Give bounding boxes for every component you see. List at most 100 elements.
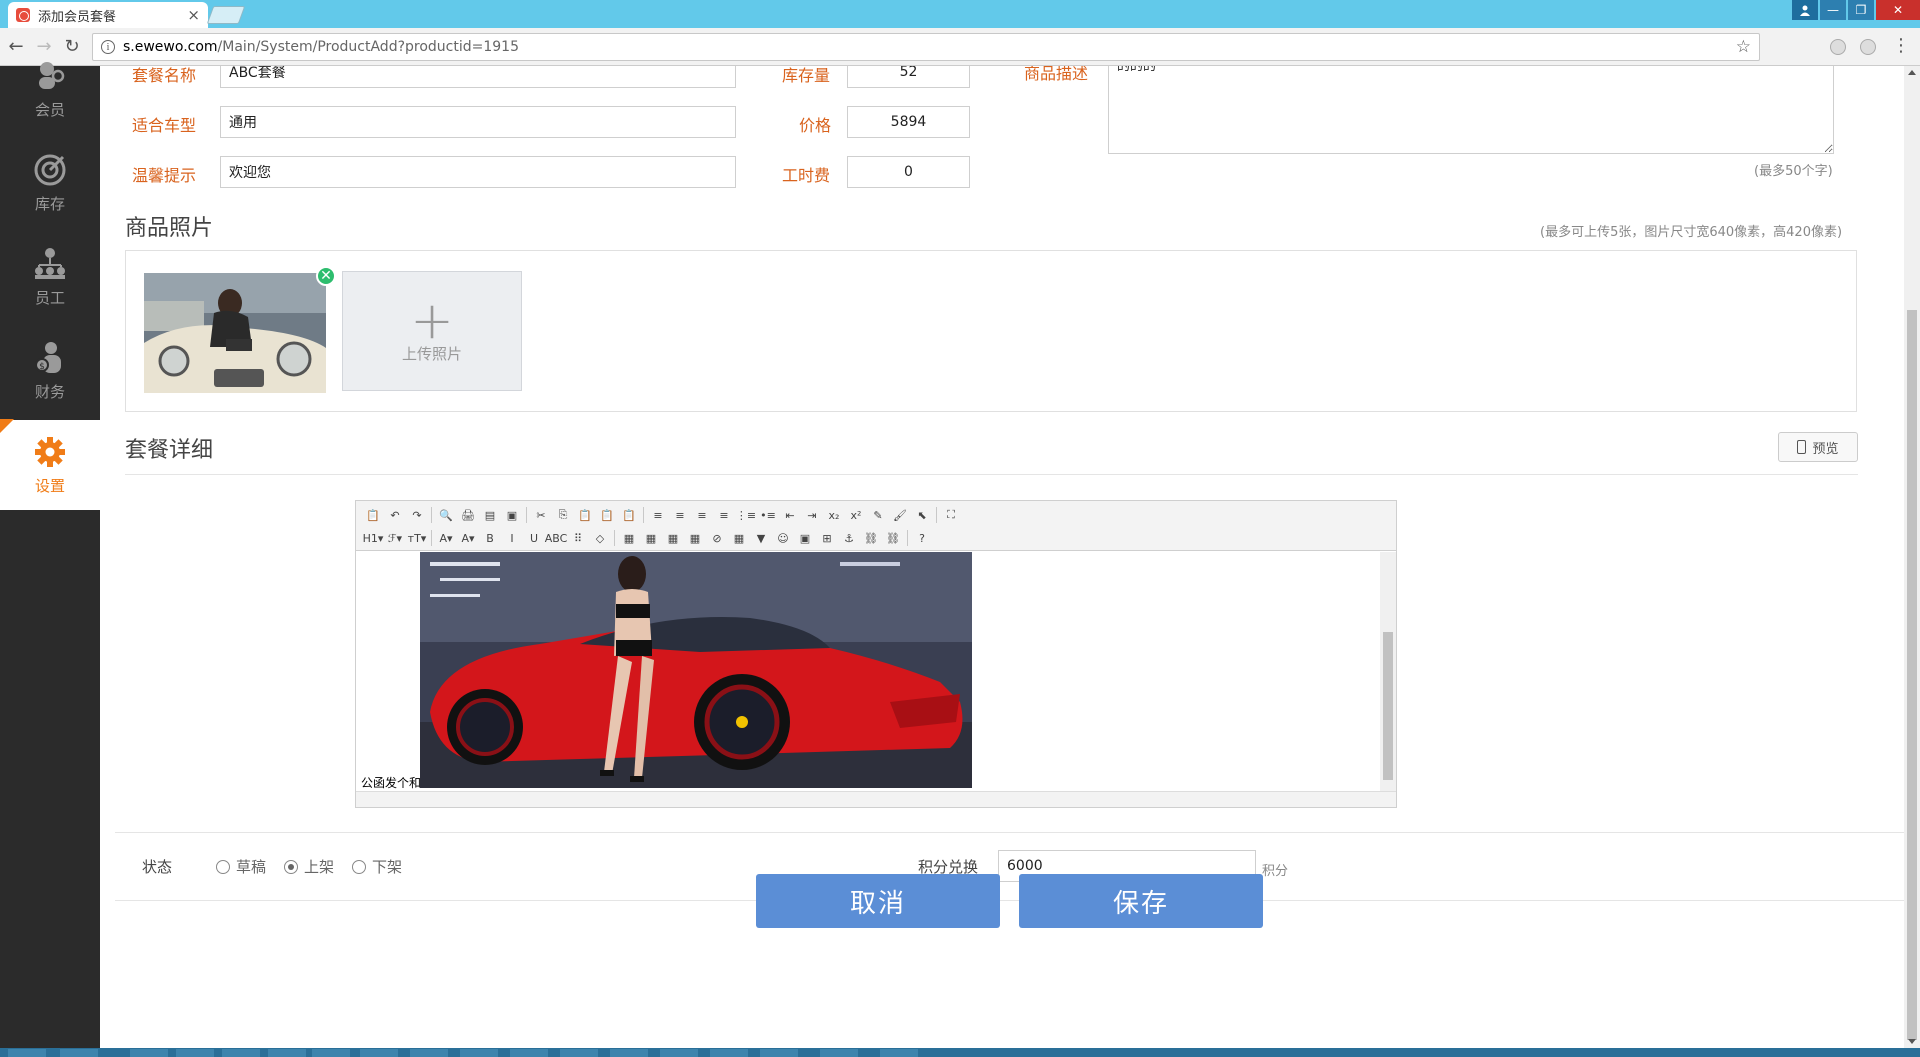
toolbar-button-icon[interactable]: ▼ <box>750 528 772 548</box>
sidebar-item-member[interactable]: 会员 <box>0 44 100 134</box>
extension-icon[interactable] <box>1860 39 1876 55</box>
toolbar-button-icon[interactable]: 📋 <box>596 505 618 525</box>
toolbar-button-icon[interactable]: x² <box>845 505 867 525</box>
tip-input[interactable]: 欢迎您 <box>220 156 736 188</box>
bookmark-star-icon[interactable]: ☆ <box>1736 37 1751 57</box>
restore-button[interactable]: ❐ <box>1848 0 1874 20</box>
radio-dot[interactable] <box>284 859 298 874</box>
radio-dot[interactable] <box>352 859 366 874</box>
taskbar-app-icon[interactable] <box>130 1049 168 1057</box>
status-radio-unpublished[interactable]: 下架 <box>352 856 402 877</box>
editor-scrollbar[interactable] <box>1380 552 1396 792</box>
toolbar-button-icon[interactable]: ▦ <box>662 528 684 548</box>
toolbar-button-icon[interactable]: ✎ <box>867 505 889 525</box>
editor-resize-handle[interactable] <box>356 791 1396 807</box>
taskbar-app-icon[interactable] <box>268 1049 306 1057</box>
toolbar-button-icon[interactable]: ⇥ <box>801 505 823 525</box>
toolbar-button-icon[interactable]: 📋 <box>574 505 596 525</box>
minimize-button[interactable]: — <box>1820 0 1846 20</box>
toolbar-button-icon[interactable]: 📋 <box>618 505 640 525</box>
toolbar-button-icon[interactable]: ≡ <box>713 505 735 525</box>
price-input[interactable]: 5894 <box>847 106 970 138</box>
toolbar-button-icon[interactable]: ☺ <box>772 528 794 548</box>
taskbar-app-icon[interactable] <box>222 1049 260 1057</box>
toolbar-button-icon[interactable]: ≡ <box>669 505 691 525</box>
radio-dot[interactable] <box>216 859 230 874</box>
toolbar-button-icon[interactable]: ⠿ <box>567 528 589 548</box>
info-icon[interactable]: i <box>101 40 115 54</box>
delete-photo-icon[interactable]: ✕ <box>316 266 336 286</box>
save-button[interactable]: 保存 <box>1019 874 1263 928</box>
page-scrollbar[interactable] <box>1904 66 1920 1048</box>
toolbar-button-icon[interactable]: A▾ <box>457 528 479 548</box>
toolbar-button-icon[interactable]: ◇ <box>589 528 611 548</box>
toolbar-button-icon[interactable]: ▦ <box>684 528 706 548</box>
taskbar-app-icon[interactable] <box>60 1049 98 1057</box>
url-input[interactable]: i s.ewewo.com/Main/System/ProductAdd?pro… <box>92 33 1760 61</box>
browser-tab[interactable]: 添加会员套餐 × <box>8 2 208 28</box>
preview-button[interactable]: 预览 <box>1778 432 1858 462</box>
package-name-input[interactable]: ABC套餐 <box>220 66 736 88</box>
scroll-down-icon[interactable] <box>1908 1039 1916 1044</box>
editor-content-area[interactable]: 公函发个和 <box>356 552 1396 792</box>
taskbar-app-icon[interactable] <box>760 1049 798 1057</box>
browser-menu-icon[interactable]: ⋮ <box>1892 36 1910 56</box>
taskbar-app-icon[interactable] <box>660 1049 698 1057</box>
toolbar-button-icon[interactable]: •≡ <box>757 505 779 525</box>
scrollbar-thumb[interactable] <box>1907 310 1917 1040</box>
toolbar-button-icon[interactable]: ↷ <box>406 505 428 525</box>
toolbar-button-icon[interactable]: U <box>523 528 545 548</box>
close-window-button[interactable]: ✕ <box>1876 0 1920 20</box>
cancel-button[interactable]: 取消 <box>756 874 1000 928</box>
toolbar-button-icon[interactable]: 🖌 <box>889 505 911 525</box>
taskbar-app-icon[interactable] <box>560 1049 598 1057</box>
toolbar-button-icon[interactable]: ⚓ <box>838 528 860 548</box>
sidebar-item-finance[interactable]: $ 财务 <box>0 326 100 416</box>
labor-fee-input[interactable]: 0 <box>847 156 970 188</box>
toolbar-button-icon[interactable]: тT▾ <box>406 528 428 548</box>
toolbar-button-icon[interactable]: B <box>479 528 501 548</box>
toolbar-button-icon[interactable]: ⋮≡ <box>735 505 757 525</box>
taskbar-app-icon[interactable] <box>460 1049 498 1057</box>
toolbar-button-icon[interactable]: ℱ▾ <box>384 528 406 548</box>
toolbar-button-icon[interactable]: x₂ <box>823 505 845 525</box>
taskbar-app-icon[interactable] <box>8 1049 46 1057</box>
taskbar-app-icon[interactable] <box>176 1049 214 1057</box>
toolbar-button-icon[interactable]: ⛓ <box>882 528 904 548</box>
rich-text-editor[interactable]: 📋 ↶ ↷ 🔍 🖨 ▤ ▣ ✂ ⎘ 📋 📋 📋 ≡ ≡ ≡ ≡ ⋮≡ •≡ ⇤ ⇥ x₂ x² ✎ 🖌 ⬉ ⛶ H1▾ ℱ▾ тT▾ A… <box>355 500 1397 808</box>
stock-input[interactable]: 52 <box>847 66 970 88</box>
taskbar-app-icon[interactable] <box>410 1049 448 1057</box>
toolbar-button-icon[interactable]: ≡ <box>691 505 713 525</box>
toolbar-button-icon[interactable]: 📋 <box>362 505 384 525</box>
toolbar-button-icon[interactable]: ABC <box>545 528 568 548</box>
toolbar-button-icon[interactable]: ↶ <box>384 505 406 525</box>
toolbar-button-icon[interactable]: ⬉ <box>911 505 933 525</box>
tab-close-icon[interactable]: × <box>187 6 200 24</box>
taskbar-app-icon[interactable] <box>820 1049 858 1057</box>
toolbar-button-icon[interactable]: ⊞ <box>816 528 838 548</box>
upload-photo-button[interactable]: + 上传照片 <box>342 271 522 391</box>
toolbar-button-icon[interactable]: A▾ <box>435 528 457 548</box>
taskbar-app-icon[interactable] <box>610 1049 648 1057</box>
toolbar-button-icon[interactable]: ⎘ <box>552 505 574 525</box>
product-photo-thumbnail[interactable] <box>144 273 326 393</box>
toolbar-button-icon[interactable]: ≡ <box>647 505 669 525</box>
toolbar-button-icon[interactable]: ⛓ <box>860 528 882 548</box>
toolbar-button-icon[interactable]: ✂ <box>530 505 552 525</box>
toolbar-button-icon[interactable]: 🖨 <box>457 505 479 525</box>
toolbar-button-icon[interactable]: ▣ <box>501 505 523 525</box>
toolbar-button-icon[interactable]: ▦ <box>728 528 750 548</box>
toolbar-button-icon[interactable]: ⊘ <box>706 528 728 548</box>
car-type-input[interactable]: 通用 <box>220 106 736 138</box>
toolbar-button-icon[interactable]: ⇤ <box>779 505 801 525</box>
taskbar-app-icon[interactable] <box>710 1049 748 1057</box>
taskbar-app-icon[interactable] <box>360 1049 398 1057</box>
extension-icon[interactable] <box>1830 39 1846 55</box>
user-icon[interactable] <box>1792 0 1818 20</box>
new-tab-button[interactable] <box>206 6 246 24</box>
editor-image[interactable] <box>420 552 972 788</box>
taskbar-app-icon[interactable] <box>880 1049 918 1057</box>
toolbar-button-icon[interactable]: ⛶ <box>940 505 962 525</box>
taskbar-app-icon[interactable] <box>510 1049 548 1057</box>
status-radio-published[interactable]: 上架 <box>284 856 334 877</box>
